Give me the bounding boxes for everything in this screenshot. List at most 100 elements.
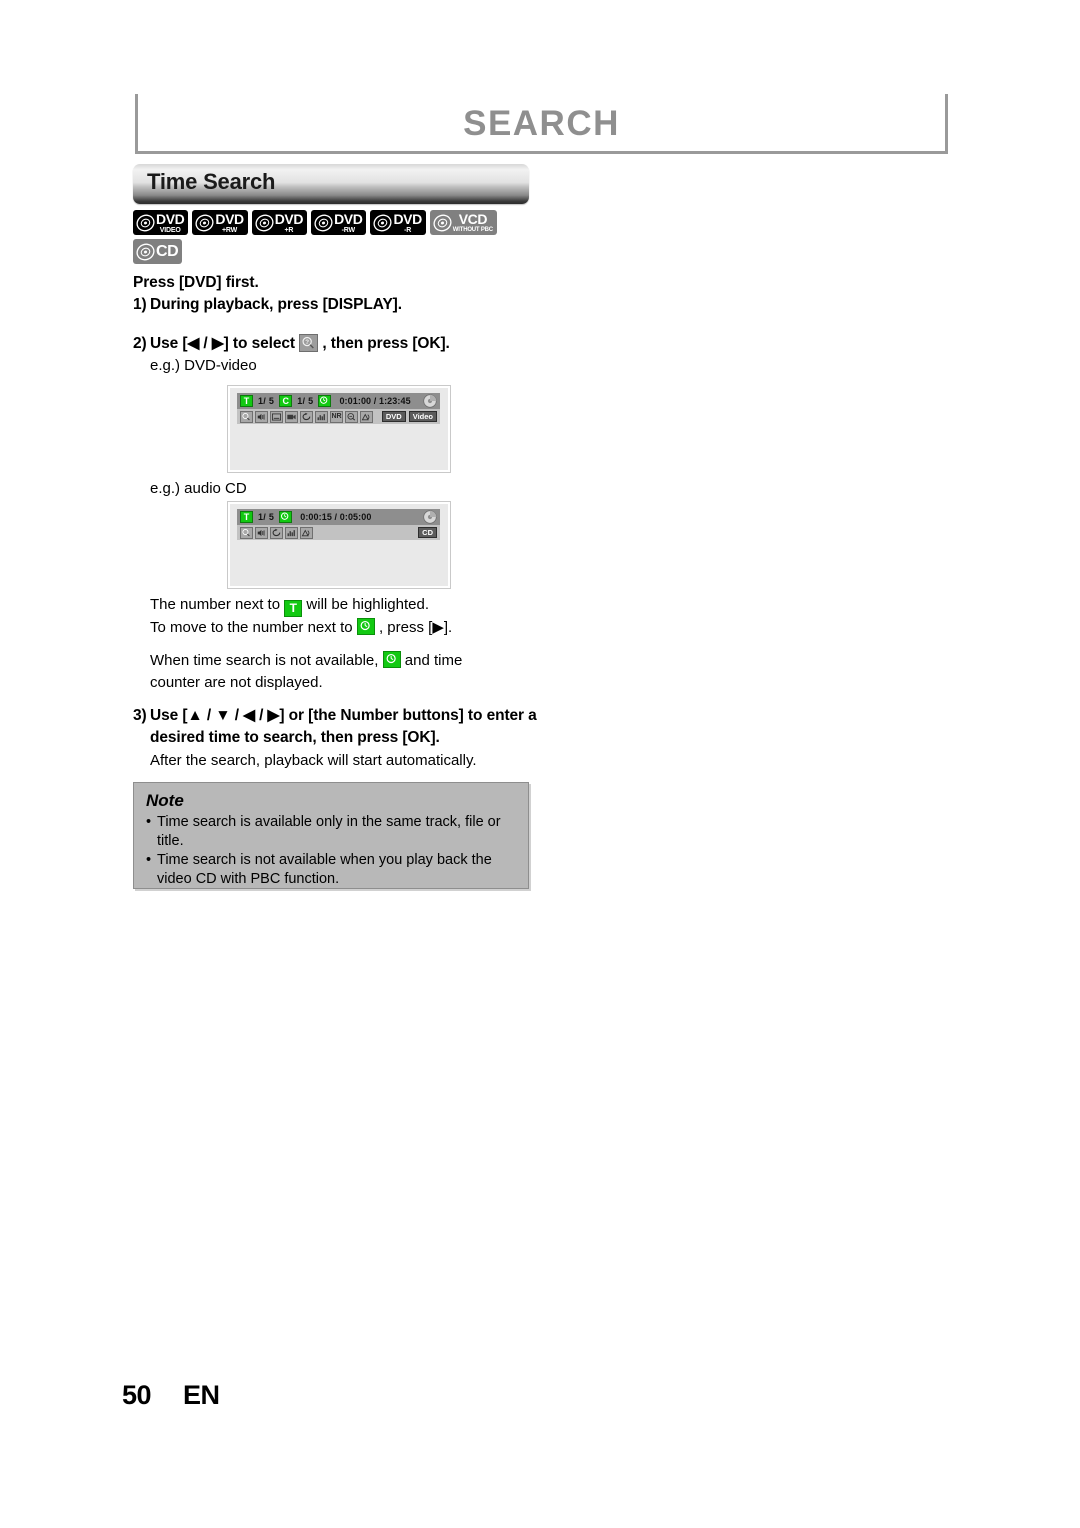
title-value: 1/ 5 — [258, 396, 275, 406]
disc-badge-dvd-plus-rw: DVD +RW — [192, 210, 248, 235]
disc-badge-sub-label: +R — [284, 226, 294, 234]
section-title: Time Search — [147, 169, 276, 194]
disc-icon — [255, 214, 274, 231]
clock-icon — [382, 650, 401, 668]
osd-tag-content-type: Video — [408, 411, 437, 422]
page-title: SEARCH — [463, 104, 620, 143]
instructions-body: Press [DVD] first. 1) During playback, p… — [133, 272, 553, 378]
title-chip: T — [240, 395, 253, 407]
example-audio-cd-label: e.g.) audio CD — [150, 480, 247, 497]
note-item: • Time search is not available when you … — [146, 851, 517, 889]
clock-icon — [356, 618, 375, 635]
disc-badge-dvd-minus-rw: DVD -RW — [311, 210, 367, 235]
osd-tag-disc-type: DVD — [381, 411, 406, 422]
disc-progress-icon — [423, 394, 437, 408]
clock-icon — [279, 511, 293, 523]
surround-icon — [360, 410, 373, 423]
disc-badge-main-label: CD — [156, 242, 179, 260]
zoom-icon — [345, 410, 358, 423]
time-value: 0:01:00 / 1:23:45 — [339, 396, 411, 406]
clock-icon — [318, 395, 332, 407]
disc-icon — [314, 214, 333, 231]
disc-icon — [136, 243, 155, 260]
angle-icon — [285, 410, 298, 423]
page-number: 50 — [122, 1380, 152, 1410]
step-3-subtext: After the search, playback will start au… — [150, 751, 477, 769]
page-footer: 50 EN — [122, 1380, 220, 1411]
search-icon — [240, 526, 253, 539]
disc-badge-main-label: DVD — [334, 210, 363, 227]
title-chip-inline: T — [284, 600, 303, 617]
search-icon — [240, 410, 253, 423]
step-3-number: 3) — [133, 707, 147, 724]
disc-badge-vcd-without-pbc: VCD WITHOUT PBC — [429, 210, 497, 235]
step-3-line-1: Use [▲ / ▼ / ◀ / ▶] or [the Number butto… — [150, 707, 483, 724]
chapter-chip: C — [279, 395, 293, 407]
explanation-line-1-before: The number next to — [150, 596, 281, 613]
language-code: EN — [183, 1380, 220, 1410]
intro-line: Press [DVD] first. — [133, 274, 259, 291]
repeat-icon — [270, 526, 283, 539]
disc-badge-row-primary: DVD VIDEO DVD +RW DVD +R DVD -RW DVD -R … — [133, 210, 497, 235]
explanation-line-2: To move to the number next to , press [▶… — [150, 617, 550, 640]
disc-badge-sub-label: -R — [404, 226, 412, 234]
disc-icon — [373, 214, 392, 231]
search-icon: ? — [299, 333, 319, 352]
osd-dvd-tags: DVD Video — [379, 411, 437, 422]
disc-badge-dvd-minus-r: DVD -R — [370, 210, 426, 235]
step-2: 2) Use [◀ / ▶] to select ? , then press … — [133, 333, 553, 355]
disc-badge-main-label: DVD — [156, 210, 185, 227]
disc-badge-sub-label: WITHOUT PBC — [452, 226, 493, 233]
disc-badge-sub-label: -RW — [341, 226, 355, 234]
note-title: Note — [146, 791, 184, 810]
step-3-block: 3) Use [▲ / ▼ / ◀ / ▶] or [the Number bu… — [133, 705, 553, 772]
disc-badge-main-label: DVD — [215, 210, 244, 227]
step-1: 1) During playback, press [DISPLAY]. — [133, 294, 553, 316]
osd-sample-audio-cd: T 1/ 5 0:00:15 / 0:05:00 CD — [228, 502, 450, 588]
time-value: 0:00:15 / 0:05:00 — [300, 512, 372, 522]
explanation-line-2-before: To move to the number next to — [150, 619, 353, 636]
disc-badge-main-label: DVD — [274, 210, 304, 227]
note-item-text: Time search is not available when you pl… — [157, 852, 492, 888]
step-1-number: 1) — [133, 296, 147, 314]
example-dvd-label: e.g.) DVD-video — [150, 357, 257, 375]
note-item: • Time search is available only in the s… — [146, 813, 517, 851]
disc-badge-sub-label: +RW — [222, 226, 238, 234]
disc-badge-main-label: VCD — [458, 210, 488, 227]
explanation-line-1: The number next to T will be highlighted… — [150, 594, 550, 617]
equalizer-icon — [315, 410, 328, 423]
disc-badge-sub-label: VIDEO — [159, 226, 181, 234]
disc-badge-cd: CD — [133, 239, 183, 264]
osd-tag-disc-type: CD — [418, 527, 437, 538]
note-box: Note • Time search is available only in … — [133, 782, 529, 889]
disc-icon — [195, 214, 214, 231]
step-2-text-before: Use [◀ / ▶] to select — [150, 334, 295, 352]
audio-icon — [255, 410, 268, 423]
explanation-line-3-before: When time search is not available, — [150, 651, 379, 669]
note-item-text: Time search is available only in the sam… — [157, 814, 501, 850]
osd-dvd-status-row: T 1/ 5 C 1/ 5 0:01:00 / 1:23:45 — [237, 393, 440, 409]
step-2-text: Use [◀ / ▶] to select ? , then press [OK… — [150, 333, 450, 355]
explanation-line-3: When time search is not available, and t… — [150, 650, 550, 673]
explanation-line-2-after: , press [▶]. — [378, 619, 453, 636]
step-3-text: Use [▲ / ▼ / ◀ / ▶] or [the Number butto… — [150, 705, 553, 750]
equalizer-icon — [285, 526, 298, 539]
title-chip: T — [240, 511, 253, 523]
surround-icon — [300, 526, 313, 539]
disc-icon — [136, 214, 155, 231]
section-header-bar: Time Search — [133, 164, 529, 204]
disc-badge-main-label: DVD — [393, 210, 422, 227]
disc-progress-icon — [423, 510, 437, 524]
svg-text:?: ? — [305, 339, 309, 346]
step-2-number: 2) — [133, 334, 147, 352]
step-2-text-after: , then press [OK]. — [322, 334, 450, 352]
note-bullet: • — [146, 814, 152, 830]
osd-cd-status-row: T 1/ 5 0:00:15 / 0:05:00 — [237, 509, 440, 525]
explanation-line-3-after: and time — [404, 651, 463, 669]
osd-cd-icon-row: CD — [237, 525, 440, 540]
explanation-line-1-after: will be highlighted. — [306, 596, 429, 613]
osd-sample-dvd-video: T 1/ 5 C 1/ 5 0:01:00 / 1:23:45 NR DVD V… — [228, 386, 450, 472]
repeat-icon — [300, 410, 313, 423]
osd-cd-tags: CD — [415, 527, 437, 538]
disc-badge-dvd-plus-r: DVD +R — [251, 210, 308, 235]
